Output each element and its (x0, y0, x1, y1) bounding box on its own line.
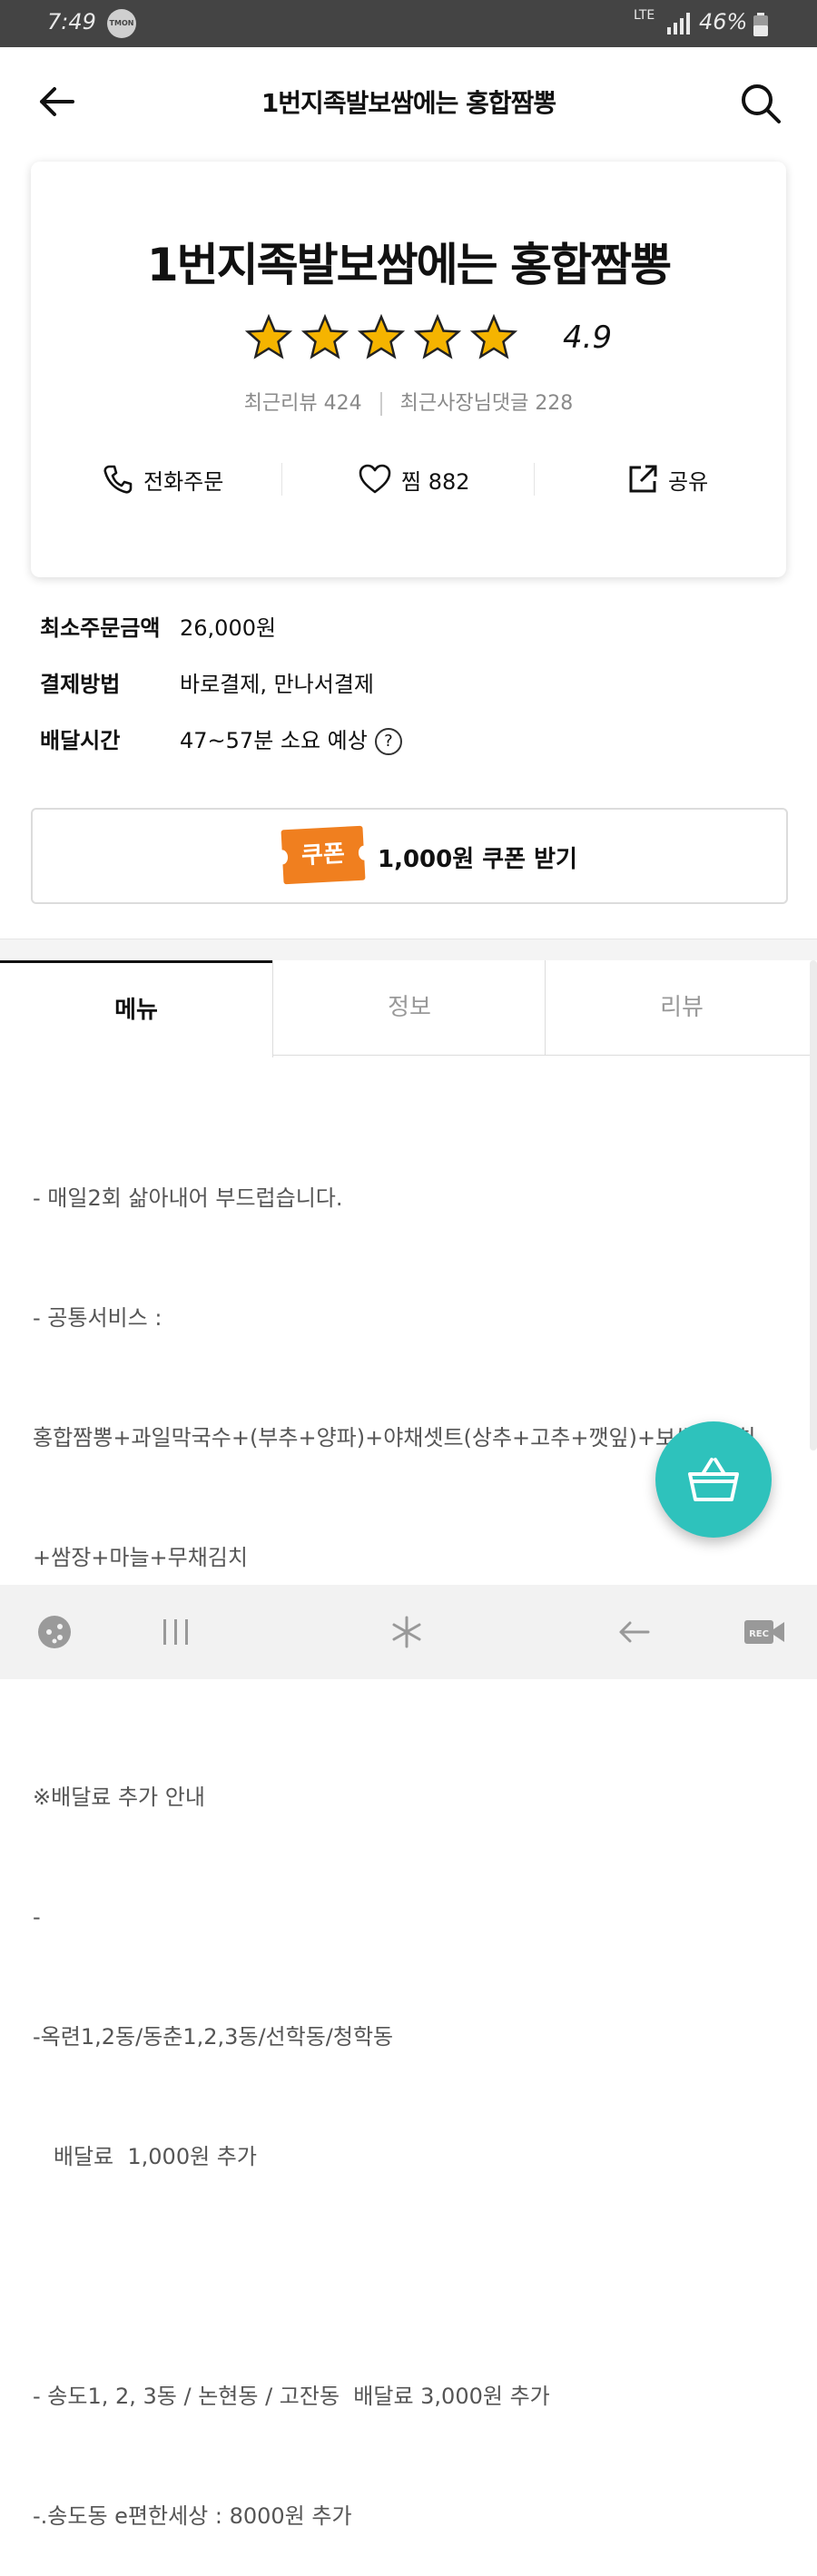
min-order-row: 최소주문금액 26,000원 (40, 610, 585, 646)
tab-info[interactable]: 정보 (272, 960, 546, 1056)
owner-reply-count[interactable]: 최근사장님댓글 228 (400, 392, 574, 415)
help-icon[interactable]: ? (374, 728, 402, 755)
notice-line: - (33, 1904, 41, 1930)
payment-value: 바로결제, 만나서결제 (180, 672, 374, 697)
store-card: 1번지족발보쌈에는 홍합짬뽕 4.9 최근리뷰 424 최근사장님댓글 228 전… (31, 162, 786, 577)
notice-line (33, 2256, 777, 2296)
search-icon[interactable] (739, 82, 783, 125)
notice-line: -옥련1,2동/동춘1,2,3동/선학동/청학동 (33, 2024, 394, 2050)
home-icon[interactable] (381, 1607, 432, 1657)
share-button[interactable]: 공유 (626, 450, 708, 508)
coupon-label: 1,000원 쿠폰 받기 (378, 846, 577, 873)
page-title: 1번지족발보쌈에는 홍합짬뽕 (261, 88, 556, 118)
rating-value: 4.9 (563, 320, 613, 356)
payment-label: 결제방법 (40, 672, 121, 697)
delivery-time-value: 47~57분 소요 예상 (180, 728, 368, 753)
star-icon (414, 314, 461, 359)
delivery-time-label: 배달시간 (40, 728, 121, 753)
divider (281, 463, 282, 496)
star-icon (358, 314, 405, 359)
call-order-button[interactable]: 전화주문 (102, 450, 223, 508)
recent-apps-icon[interactable] (151, 1607, 202, 1657)
section-divider (0, 939, 817, 961)
status-time: 7:49 (47, 9, 96, 34)
heart-icon (359, 464, 391, 494)
star-icon (245, 314, 292, 359)
app-header: 1번지족발보쌈에는 홍합짬뽕 (0, 47, 817, 160)
notice-line: ※배달료 추가 안내 (33, 1785, 205, 1810)
back-nav-icon[interactable] (608, 1607, 659, 1657)
game-launcher-icon[interactable] (29, 1607, 80, 1657)
tab-bar: 메뉴 정보 리뷰 (0, 960, 817, 1057)
svg-text:REC: REC (749, 1629, 769, 1639)
status-bar: 7:49 TMON LTE 46% (0, 0, 817, 47)
network-type: LTE (634, 8, 655, 23)
coupon-badge: 쿠폰 (281, 825, 366, 885)
app-notification-icon: TMON (107, 9, 136, 38)
tab-reviews[interactable]: 리뷰 (545, 960, 817, 1056)
star-icon (301, 314, 349, 359)
system-nav-bar: REC (0, 1585, 817, 1679)
signal-icon (667, 13, 690, 34)
notice-line: 배달료 1,000원 추가 (33, 2144, 257, 2169)
like-button[interactable]: 찜 882 (358, 450, 470, 508)
battery-icon (753, 13, 768, 36)
notice-line: +쌈장+마늘+무채김치 (33, 1545, 248, 1570)
tab-menu[interactable]: 메뉴 (0, 960, 273, 1057)
review-stats: 최근리뷰 424 최근사장님댓글 228 (31, 387, 786, 416)
like-count-label: 찜 882 (401, 468, 470, 495)
recent-review-count[interactable]: 최근리뷰 424 (244, 392, 362, 415)
cart-button[interactable] (655, 1421, 772, 1538)
phone-icon (103, 465, 133, 494)
call-order-label: 전화주문 (143, 468, 224, 495)
notice-line: - 송도1, 2, 3동 / 논현동 / 고잔동 배달료 3,000원 추가 (33, 2384, 550, 2409)
delivery-time-value-wrap: 47~57분 소요 예상? (180, 723, 402, 755)
notice-line: - 매일2회 삶아내어 부드럽습니다. (33, 1185, 343, 1211)
screen-record-icon[interactable]: REC (739, 1607, 790, 1657)
payment-row: 결제방법 바로결제, 만나서결제 (40, 666, 585, 703)
delivery-time-row: 배달시간 47~57분 소요 예상? (40, 723, 585, 759)
battery-percent: 46% (699, 9, 748, 34)
store-notice: - 매일2회 삶아내어 부드럽습니다. - 공통서비스 : 홍합짬뽕+과일막국수… (33, 1098, 777, 2576)
back-arrow-icon[interactable] (36, 82, 76, 122)
scrollbar[interactable] (810, 960, 817, 1450)
notice-line: -.송도동 e편한세상 : 8000원 추가 (33, 2503, 352, 2529)
share-label: 공유 (668, 468, 709, 495)
basket-icon (688, 1458, 739, 1501)
divider (379, 392, 382, 416)
min-order-value: 26,000원 (180, 615, 277, 641)
share-icon (629, 465, 657, 493)
store-actions: 전화주문 찜 882 공유 (31, 450, 786, 508)
min-order-label: 최소주문금액 (40, 615, 161, 641)
star-icon (470, 314, 517, 359)
notice-line: - 공통서비스 : (33, 1305, 162, 1331)
divider (534, 463, 535, 496)
store-name: 1번지족발보쌈에는 홍합짬뽕 (146, 239, 672, 291)
coupon-button[interactable]: 쿠폰 1,000원 쿠폰 받기 (31, 808, 788, 904)
